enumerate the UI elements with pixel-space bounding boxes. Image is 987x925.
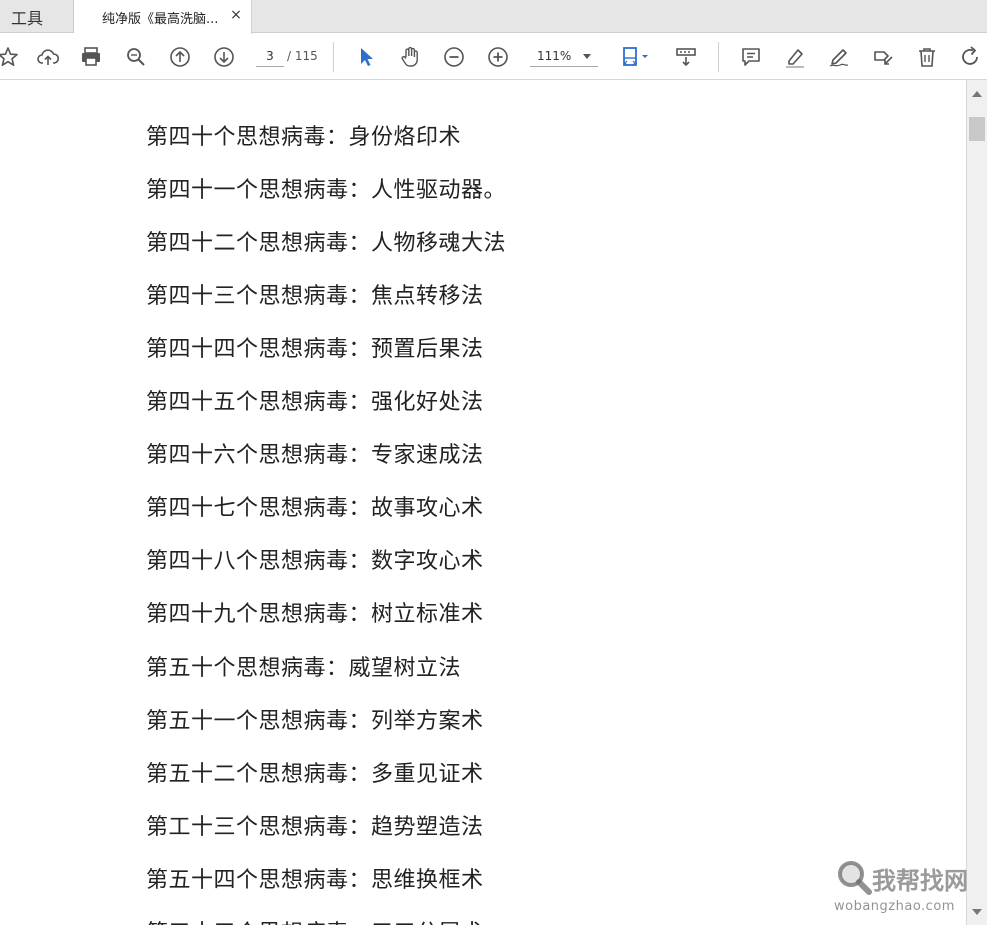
close-icon[interactable]: × bbox=[229, 8, 243, 22]
tab-document[interactable]: 纯净版《最高洗脑... × bbox=[74, 0, 252, 34]
document-line: 第四十一个思想病毒：人性驱动器。 bbox=[146, 178, 507, 203]
highlight-icon[interactable] bbox=[781, 43, 809, 71]
chevron-down-icon bbox=[583, 54, 591, 59]
scroll-mode-icon[interactable] bbox=[672, 43, 700, 71]
document-line: 第五十二个思想病毒：多重见证术 bbox=[146, 762, 484, 787]
fit-page-icon[interactable] bbox=[614, 43, 654, 71]
page-total: / 115 bbox=[287, 49, 318, 63]
bookmark-star-icon[interactable] bbox=[0, 43, 22, 71]
document-line: 第五十四个思想病毒：思维换框术 bbox=[146, 868, 484, 893]
zoom-level-value: 111% bbox=[537, 49, 572, 63]
print-icon[interactable] bbox=[77, 43, 105, 71]
document-line: 第四十三个思想病毒：焦点转移法 bbox=[146, 284, 484, 309]
zoom-level-select[interactable]: 111% bbox=[530, 45, 598, 67]
toolbar: 3 / 115 111% bbox=[0, 34, 987, 80]
delete-icon[interactable] bbox=[913, 43, 941, 71]
watermark: 我帮找网 wobangzhao.com bbox=[834, 857, 984, 919]
watermark-title: 我帮找网 bbox=[872, 867, 968, 895]
document-line: 第四十六个思想病毒：专家速成法 bbox=[146, 443, 484, 468]
scroll-up-arrow-icon[interactable] bbox=[972, 91, 982, 97]
page-number-input[interactable]: 3 bbox=[256, 45, 284, 67]
vertical-scrollbar[interactable] bbox=[966, 80, 987, 925]
zoom-out-icon[interactable] bbox=[440, 43, 468, 71]
document-line: 第五十个思想病毒：威望树立法 bbox=[146, 656, 462, 681]
sign-icon[interactable] bbox=[825, 43, 853, 71]
document-line: 第四十七个思想病毒：故事攻心术 bbox=[146, 496, 484, 521]
next-page-icon[interactable] bbox=[210, 43, 238, 71]
hand-tool-icon[interactable] bbox=[396, 43, 424, 71]
rotate-icon[interactable] bbox=[956, 43, 984, 71]
prev-page-icon[interactable] bbox=[166, 43, 194, 71]
comment-icon[interactable] bbox=[737, 43, 765, 71]
zoom-search-icon[interactable] bbox=[122, 43, 150, 71]
document-line: 第四十九个思想病毒：树立标准术 bbox=[146, 602, 484, 627]
document-line: 第四十个思想病毒：身份烙印术 bbox=[146, 125, 462, 150]
tab-tools[interactable]: 工具 bbox=[0, 0, 74, 33]
toolbar-divider bbox=[718, 42, 719, 72]
document-line: 第工十三个思想病毒：趋势塑造法 bbox=[146, 815, 484, 840]
document-line: 第四十四个思想病毒：预置后果法 bbox=[146, 337, 484, 362]
zoom-in-icon[interactable] bbox=[484, 43, 512, 71]
tab-bar: 工具 纯净版《最高洗脑... × bbox=[0, 0, 987, 34]
document-line: 第四十五个思想病毒：强化好处法 bbox=[146, 390, 484, 415]
document-line: 第四十八个思想病毒：数字攻心术 bbox=[146, 549, 484, 574]
upload-cloud-icon[interactable] bbox=[34, 43, 62, 71]
select-cursor-icon[interactable] bbox=[352, 43, 380, 71]
watermark-url: wobangzhao.com bbox=[834, 899, 955, 914]
document-page: 第四十个思想病毒：身份烙印术 第四十一个思想病毒：人性驱动器。 第四十二个思想病… bbox=[0, 80, 966, 925]
tab-document-label: 纯净版《最高洗脑... bbox=[102, 11, 219, 27]
magnifier-watermark-icon bbox=[838, 861, 872, 895]
document-line: 第四十二个思想病毒：人物移魂大法 bbox=[146, 231, 507, 256]
share-icon[interactable] bbox=[869, 43, 897, 71]
document-line: 第五十一个思想病毒：列举方案术 bbox=[146, 709, 484, 734]
document-line: 第五十五个思想病毒：三三分层术 bbox=[146, 915, 484, 925]
scrollbar-thumb[interactable] bbox=[969, 117, 985, 141]
toolbar-divider bbox=[333, 42, 334, 72]
